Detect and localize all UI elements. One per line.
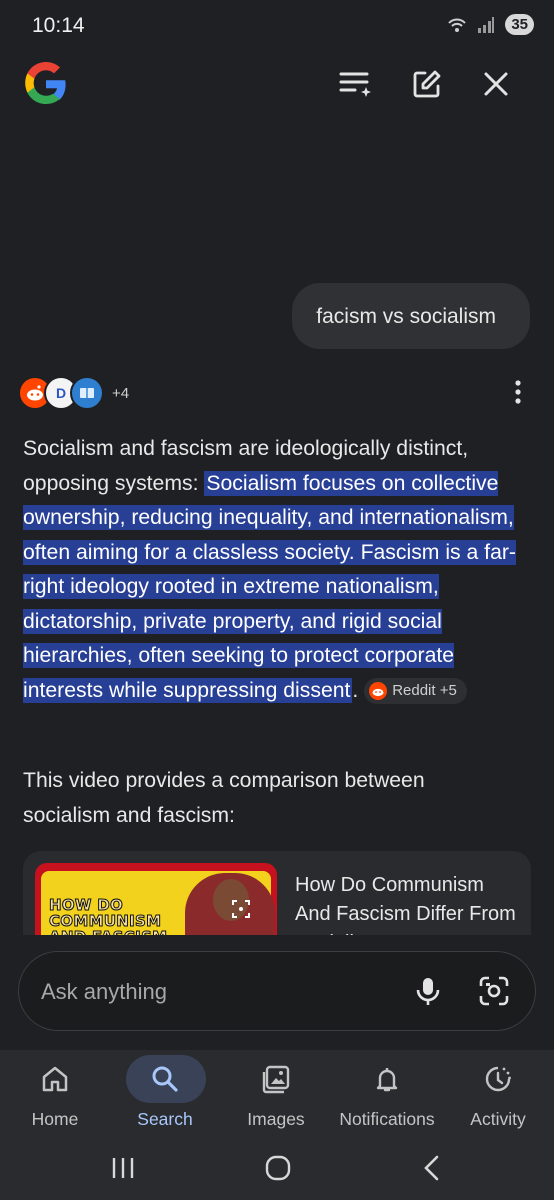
- ai-answer-paragraph: Socialism and fascism are ideologically …: [23, 432, 523, 708]
- wifi-icon: [448, 18, 467, 32]
- video-card[interactable]: HOW DOCOMMUNISMAND FASCISM How Do Commun…: [23, 851, 531, 935]
- system-nav-bar: [0, 1138, 554, 1200]
- sources-row[interactable]: D +4: [18, 376, 129, 410]
- nav-home-label: Home: [31, 1109, 79, 1129]
- signal-icon: [478, 16, 495, 33]
- lens-scan-icon: [232, 900, 250, 918]
- nav-notifications-label: Notifications: [339, 1109, 435, 1129]
- recent-apps-icon[interactable]: [110, 1156, 136, 1180]
- nav-images[interactable]: Images: [221, 1050, 331, 1138]
- more-sources-count: +4: [112, 384, 130, 402]
- source-chip-label: Reddit +5: [392, 681, 457, 699]
- book-source-icon: [70, 376, 104, 410]
- reddit-icon: [369, 681, 388, 700]
- thumbnail-text: HOW DOCOMMUNISMAND FASCISM: [48, 896, 167, 936]
- bell-icon: [376, 1068, 398, 1092]
- answer-highlight[interactable]: Socialism focuses on collective ownershi…: [23, 470, 516, 703]
- microphone-icon[interactable]: [411, 974, 445, 1008]
- new-chat-icon: [413, 70, 441, 98]
- ask-input[interactable]: Ask anything: [41, 979, 167, 1005]
- answer-period: .: [352, 678, 359, 702]
- ai-mode-list-icon: [339, 72, 371, 97]
- home-icon: [42, 1066, 68, 1092]
- nav-search[interactable]: Search: [110, 1050, 220, 1138]
- activity-icon: [485, 1066, 511, 1092]
- nav-images-label: Images: [247, 1109, 305, 1129]
- search-icon: [152, 1066, 178, 1092]
- more-options-icon[interactable]: [508, 378, 528, 406]
- ai-mode-list-button[interactable]: [334, 62, 378, 106]
- back-icon[interactable]: [422, 1155, 442, 1181]
- images-icon: [262, 1065, 290, 1094]
- nav-activity-label: Activity: [470, 1109, 526, 1129]
- google-g-logo[interactable]: [22, 60, 70, 108]
- source-chip[interactable]: Reddit +5: [364, 677, 467, 704]
- video-title: How Do Communism And Fascism Differ From…: [295, 874, 516, 935]
- home-button-icon[interactable]: [265, 1155, 291, 1181]
- nav-home[interactable]: Home: [0, 1050, 110, 1138]
- status-time: 10:14: [32, 14, 85, 37]
- close-button[interactable]: [474, 62, 518, 106]
- status-icons: 35: [447, 14, 534, 35]
- nav-search-label: Search: [137, 1109, 193, 1129]
- bottom-nav: Home Search Images Notifications Activit…: [0, 1050, 554, 1138]
- user-query-bubble: facism vs socialism: [292, 283, 530, 349]
- battery-indicator: 35: [505, 14, 534, 35]
- nav-activity[interactable]: Activity: [443, 1050, 553, 1138]
- nav-notifications[interactable]: Notifications: [332, 1050, 442, 1138]
- close-icon: [484, 72, 508, 96]
- ask-bar[interactable]: Ask anything: [18, 951, 536, 1031]
- video-intro-text: This video provides a comparison between…: [23, 769, 425, 827]
- new-chat-button[interactable]: [405, 62, 449, 106]
- google-lens-icon[interactable]: [477, 974, 511, 1008]
- video-thumbnail: HOW DOCOMMUNISMAND FASCISM: [35, 863, 277, 935]
